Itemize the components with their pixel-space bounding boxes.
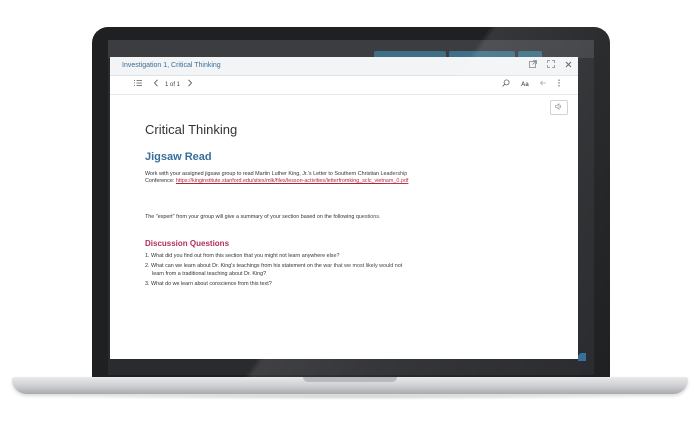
laptop-base-notch bbox=[303, 377, 397, 382]
list-icon[interactable] bbox=[134, 79, 142, 92]
close-icon[interactable] bbox=[565, 60, 572, 72]
more-vertical-icon[interactable] bbox=[557, 79, 561, 92]
speaker-icon bbox=[555, 103, 563, 112]
modal-title: Investigation 1, Critical Thinking bbox=[122, 62, 221, 69]
page-indicator: 1 of 1 bbox=[165, 82, 181, 88]
section-heading: Jigsaw Read bbox=[145, 151, 212, 163]
discussion-heading: Discussion Questions bbox=[145, 239, 230, 248]
chevron-left-icon[interactable] bbox=[153, 79, 159, 92]
letter-link[interactable]: https://kinginstitute.stanford.edu/sites… bbox=[176, 178, 409, 184]
reader-toolbar: 1 of 1 Aa bbox=[110, 76, 578, 95]
font-size-button[interactable]: Aa bbox=[521, 79, 529, 91]
chevron-right-icon[interactable] bbox=[187, 79, 193, 92]
question-item: 1. What did you find out from this secti… bbox=[145, 253, 340, 259]
page-title: Critical Thinking bbox=[145, 122, 238, 137]
scroll-indicator[interactable] bbox=[578, 353, 586, 361]
external-link-icon[interactable] bbox=[529, 60, 537, 72]
laptop-screen: Investigation 1, Critical Thinking 1 of … bbox=[108, 40, 594, 375]
question-item: 3. What do we learn about conscience fro… bbox=[145, 280, 272, 287]
audio-button[interactable] bbox=[550, 100, 568, 115]
search-icon[interactable] bbox=[502, 79, 510, 92]
reader-modal: Investigation 1, Critical Thinking 1 of … bbox=[110, 57, 578, 359]
question-list: 1. What did you find out from this secti… bbox=[145, 253, 415, 291]
expand-icon[interactable] bbox=[547, 60, 555, 72]
document-content: Critical Thinking Jigsaw Read Work with … bbox=[110, 95, 578, 359]
back-arrow-icon[interactable] bbox=[539, 79, 547, 92]
intro-paragraph: Work with your assigned jigsaw group to … bbox=[145, 171, 410, 186]
expert-paragraph: The "expert" from your group will give a… bbox=[145, 214, 381, 220]
laptop-shadow bbox=[40, 394, 660, 400]
modal-titlebar: Investigation 1, Critical Thinking bbox=[110, 57, 578, 76]
question-item: 2. What can we learn about Dr. King's te… bbox=[145, 263, 403, 277]
